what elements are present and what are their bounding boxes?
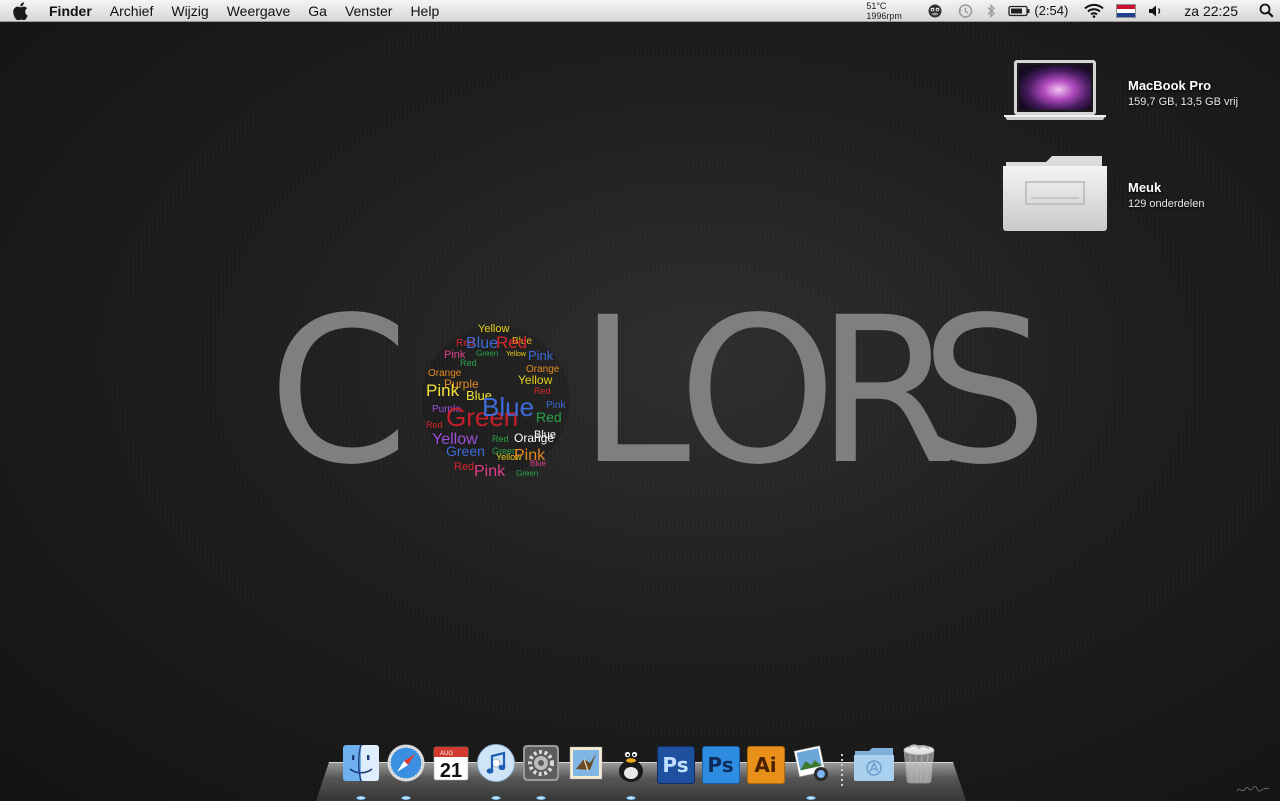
finder-icon xyxy=(342,744,380,787)
dock-item-mail[interactable] xyxy=(565,744,607,786)
wallpaper-letter-s: S xyxy=(920,273,1049,509)
word-cloud-word: Yellow xyxy=(506,351,527,358)
ical-day-text: 21 xyxy=(439,760,461,782)
mail-icon xyxy=(566,743,606,788)
illustrator-icon: Ai xyxy=(746,746,785,784)
wifi-icon[interactable] xyxy=(1084,0,1104,22)
running-indicator xyxy=(490,796,501,800)
dock-item-iphoto[interactable] xyxy=(790,743,832,800)
word-cloud-word: Red xyxy=(454,461,474,473)
word-cloud-word: Green xyxy=(446,443,485,459)
ical-month-text: AUG xyxy=(440,751,453,757)
photoshop-cs-icon: Ps xyxy=(701,746,740,784)
word-cloud-word: Red xyxy=(534,386,551,396)
applications-folder-icon xyxy=(853,744,895,787)
dock-item-ical[interactable]: AUG 21 xyxy=(430,744,472,786)
word-cloud-word: Blue xyxy=(530,459,547,468)
running-indicator xyxy=(535,796,546,800)
running-indicator xyxy=(355,796,366,800)
running-indicator xyxy=(400,796,411,800)
word-cloud-word: Yellow xyxy=(518,373,553,387)
dock-item-applications[interactable] xyxy=(853,744,895,786)
word-cloud-word: Red xyxy=(492,434,509,444)
word-cloud-word: Blue xyxy=(482,392,534,422)
dock-item-photoshop[interactable]: Ps xyxy=(655,744,697,786)
temperature-value: 51°C xyxy=(866,0,887,11)
word-cloud-word: Red xyxy=(536,409,562,425)
spotlight-search-icon[interactable] xyxy=(1252,0,1280,22)
input-source-flag-nl-icon[interactable] xyxy=(1116,0,1137,22)
word-cloud-word: Pink xyxy=(474,463,506,480)
dock: AUG 21 Ps Ps Ai xyxy=(338,738,941,800)
desktop-item-label: MacBook Pro 159,7 GB, 13,5 GB vrij xyxy=(1128,78,1238,108)
dock-item-adium[interactable] xyxy=(610,743,652,800)
word-cloud-word: Red xyxy=(460,358,477,368)
word-cloud-word: Green xyxy=(516,469,538,478)
word-cloud-word: Green xyxy=(476,349,498,358)
menu-ga[interactable]: Ga xyxy=(299,0,336,22)
apple-menu-icon[interactable] xyxy=(0,0,40,22)
fan-speed-value: 1996rpm xyxy=(866,10,902,21)
desktop-item-detail: 159,7 GB, 13,5 GB vrij xyxy=(1128,95,1239,108)
itunes-icon xyxy=(476,743,516,788)
dock-item-itunes[interactable] xyxy=(475,743,517,800)
word-cloud-word: Red xyxy=(426,420,443,430)
desktop-item-meuk[interactable]: Meuk 129 onderdelen xyxy=(1002,152,1204,237)
system-preferences-icon xyxy=(521,743,561,788)
adium-status-icon[interactable] xyxy=(926,0,944,22)
dock-item-safari[interactable] xyxy=(385,743,427,800)
menu-archief[interactable]: Archief xyxy=(101,0,163,22)
running-indicator xyxy=(805,796,816,800)
menu-weergave[interactable]: Weergave xyxy=(218,0,300,22)
laptop-icon xyxy=(1002,58,1108,127)
battery-time: (2:54) xyxy=(1034,3,1069,18)
menu-app-finder[interactable]: Finder xyxy=(40,0,101,22)
wallpaper-letter-o: O xyxy=(678,273,837,509)
ical-icon: AUG 21 xyxy=(432,744,470,787)
desktop-item-detail: 129 onderdelen xyxy=(1128,197,1205,210)
dock-item-trash[interactable] xyxy=(898,742,940,789)
menu-bar-left: Finder Archief Wijzig Weergave Ga Venste… xyxy=(0,0,448,22)
menu-wijzig[interactable]: Wijzig xyxy=(162,0,217,22)
desktop-item-name: MacBook Pro xyxy=(1128,77,1212,93)
time-machine-icon[interactable] xyxy=(956,0,974,22)
word-cloud-word: Pink xyxy=(426,381,460,400)
wallpaper-letter-c: C xyxy=(268,273,410,509)
menu-help[interactable]: Help xyxy=(401,0,448,22)
menu-clock[interactable]: za 22:25 xyxy=(1184,3,1238,19)
wallpaper-letter-l: L xyxy=(578,273,691,509)
trash-icon xyxy=(900,742,938,789)
dock-item-system-preferences[interactable] xyxy=(520,743,562,800)
desktop-item-label: Meuk 129 onderdelen xyxy=(1128,180,1204,210)
menu-venster[interactable]: Venster xyxy=(336,0,401,22)
menu-bar: Finder Archief Wijzig Weergave Ga Venste… xyxy=(0,0,1280,22)
color-word-cloud: YellowRedBlue BlueRedPink Green Yellow PinkR… xyxy=(422,323,570,480)
dock-separator xyxy=(837,746,847,788)
battery-icon[interactable]: (2:54) xyxy=(1008,0,1072,22)
bluetooth-icon[interactable] xyxy=(986,0,996,22)
adium-duck-icon xyxy=(613,743,649,788)
dock-item-photoshop-cs[interactable]: Ps xyxy=(700,744,742,786)
folder-icon xyxy=(1002,152,1108,237)
word-cloud-word: Orange xyxy=(514,431,554,445)
temperature-monitor[interactable]: 51°C 1996rpm xyxy=(866,1,914,21)
iphoto-icon xyxy=(791,743,831,788)
word-cloud-word: Pink xyxy=(528,348,554,363)
running-indicator xyxy=(625,796,636,800)
dock-item-illustrator[interactable]: Ai xyxy=(745,744,787,786)
wallpaper-signature xyxy=(1236,784,1270,796)
photoshop-icon: Ps xyxy=(656,746,695,784)
dock-item-finder[interactable] xyxy=(340,744,382,800)
safari-icon xyxy=(386,743,426,788)
desktop-item-name: Meuk xyxy=(1128,179,1162,195)
desktop-item-macbook-pro[interactable]: MacBook Pro 159,7 GB, 13,5 GB vrij xyxy=(1002,58,1238,127)
menu-bar-right: 51°C 1996rpm (2:54) za 22:25 xyxy=(866,0,1280,22)
volume-icon[interactable] xyxy=(1148,0,1164,22)
word-cloud-word: Red xyxy=(496,333,527,352)
